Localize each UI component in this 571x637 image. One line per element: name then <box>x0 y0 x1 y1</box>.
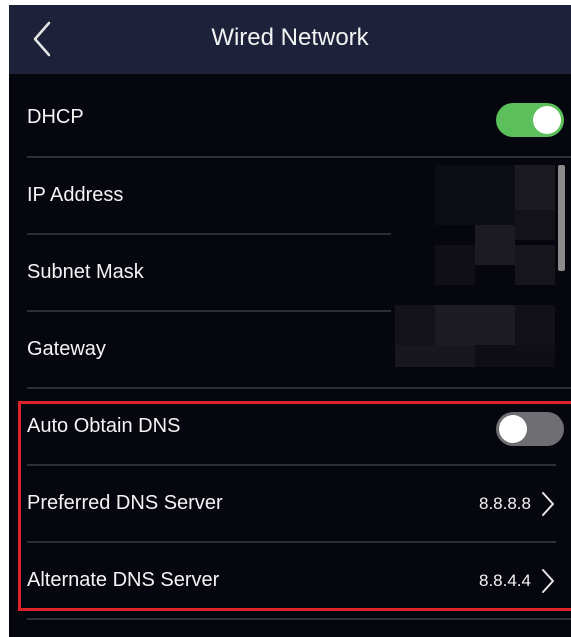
alternate-dns-label: Alternate DNS Server <box>27 569 220 591</box>
gateway-label: Gateway <box>27 338 106 360</box>
toggle-knob <box>499 415 527 443</box>
chevron-right-icon <box>542 492 554 516</box>
auto-obtain-dns-label: Auto Obtain DNS <box>27 415 181 437</box>
ip-address-label: IP Address <box>27 184 124 206</box>
preferred-dns-label: Preferred DNS Server <box>27 492 223 514</box>
page-title: Wired Network <box>211 24 369 51</box>
subnet-mask-label: Subnet Mask <box>27 261 144 283</box>
chevron-right-icon <box>542 569 554 593</box>
top-bar: Wired Network <box>9 5 571 74</box>
alternate-dns-row[interactable]: Alternate DNS Server 8.8.4.4 <box>9 542 571 619</box>
back-button[interactable] <box>27 19 57 59</box>
preferred-dns-row[interactable]: Preferred DNS Server 8.8.8.8 <box>9 465 571 542</box>
preferred-dns-value: 8.8.8.8 <box>479 494 531 513</box>
wired-network-screen: Wired Network DHCP IP Address Subnet Mas… <box>9 5 571 637</box>
alternate-dns-value: 8.8.4.4 <box>479 571 531 590</box>
toggle-knob <box>533 106 561 134</box>
chevron-left-icon <box>33 21 51 57</box>
dhcp-label: DHCP <box>27 106 84 128</box>
dhcp-row: DHCP <box>9 79 571 156</box>
dhcp-toggle[interactable] <box>496 103 564 137</box>
auto-obtain-dns-toggle[interactable] <box>496 412 564 446</box>
divider <box>27 618 571 620</box>
scrollbar[interactable] <box>558 165 565 271</box>
auto-obtain-dns-row: Auto Obtain DNS <box>9 388 571 465</box>
